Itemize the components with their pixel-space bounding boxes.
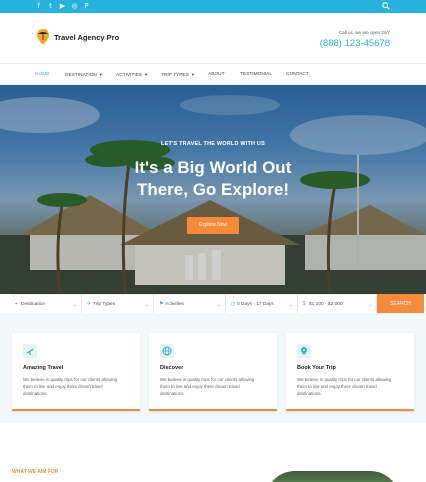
trip-types-select[interactable]: ✈ Trip Types ⌄: [82, 295, 154, 314]
explore-now-button[interactable]: Explore Now: [187, 217, 239, 234]
chevron-down-icon: ⌄: [368, 302, 372, 307]
twitter-icon[interactable]: t: [47, 2, 54, 10]
nav-item-contact[interactable]: CONTACT: [286, 72, 309, 77]
select-label: $1,100 - $2,000: [309, 302, 343, 307]
search-icon[interactable]: [382, 2, 390, 10]
chevron-down-icon: ⌄: [289, 302, 293, 307]
card-text: We believe in quality trips for our clie…: [23, 377, 118, 396]
nav-label: HOME: [35, 72, 50, 77]
chevron-down-icon: ▼: [144, 72, 149, 77]
main-nav: HOME DESTINATION ▼ ACTIVITIES ▼ TRIP TYPES…: [0, 63, 426, 85]
nav-item-testimonial[interactable]: TESTIMONIAL: [240, 72, 272, 77]
call-label: Call us, we are open 24/7: [338, 30, 390, 35]
destination-select[interactable]: ⌖ Destination ⌄: [10, 295, 82, 314]
nav-item-about[interactable]: ABOUT: [208, 72, 225, 77]
feature-card-amazing-travel[interactable]: Amazing Travel We believe in quality tri…: [12, 333, 140, 411]
trip-search-bar: ⌖ Destination ⌄ ✈ Trip Types ⌄ ⚑ Activities ⌄ …: [10, 294, 424, 314]
hero-kicker: LET'S TRAVEL THE WORLD WITH US: [161, 141, 265, 147]
nav-item-activities[interactable]: ACTIVITIES ▼: [116, 72, 148, 78]
duration-select[interactable]: ◷ 0 Days - 17 Days ⌄: [226, 295, 298, 314]
nav-item-home[interactable]: HOME: [35, 72, 49, 77]
chevron-down-icon: ▼: [98, 72, 103, 77]
globe-icon: [160, 344, 174, 358]
card-text: We believe in quality trips for our clie…: [160, 377, 255, 396]
card-title: Amazing Travel: [23, 365, 64, 371]
facebook-icon[interactable]: f: [35, 2, 42, 10]
nav-label: TRIP TYPES: [161, 73, 189, 78]
card-text: We believe in quality trips for our clie…: [297, 377, 392, 396]
section-label-aim: WHAT WE AIM FOR: [12, 469, 59, 475]
brand-name[interactable]: Travel Agency Pro: [54, 33, 119, 42]
nav-label: TESTIMONIAL: [240, 72, 272, 77]
nav-item-trip-types[interactable]: TRIP TYPES ▼: [161, 72, 195, 78]
chevron-down-icon: ⌄: [217, 302, 221, 307]
select-label: Activities: [165, 302, 184, 307]
nav-label: CONTACT: [286, 72, 309, 77]
search-button[interactable]: SEARCH: [377, 294, 424, 314]
nav-label: ABOUT: [208, 72, 225, 77]
top-bar: f t ▶ ◎ P: [0, 0, 426, 13]
nav-item-destination[interactable]: DESTINATION ▼: [65, 72, 103, 78]
select-label: Destination: [21, 302, 45, 307]
activities-select[interactable]: ⚑ Activities ⌄: [154, 295, 226, 314]
card-title: Discover: [160, 365, 184, 371]
map-pin-icon: [297, 344, 311, 358]
card-title: Book Your Trip: [297, 365, 336, 371]
about-image: [265, 471, 400, 482]
site-header: Travel Agency Pro Call us, we are open 2…: [0, 13, 426, 63]
chevron-down-icon: ⌄: [73, 302, 77, 307]
price-range-select[interactable]: $ $1,100 - $2,000 ⌄: [298, 295, 377, 314]
select-label: 0 Days - 17 Days: [237, 302, 274, 307]
hero-banner: LET'S TRAVEL THE WORLD WITH US It's a Bi…: [0, 85, 426, 294]
pinterest-icon[interactable]: P: [83, 2, 90, 10]
chevron-down-icon: ⌄: [145, 302, 149, 307]
plane-icon: [23, 344, 37, 358]
nav-label: DESTINATION: [65, 73, 97, 78]
select-label: Trip Types: [93, 302, 116, 307]
phone-number[interactable]: (888) 123-45678: [320, 38, 390, 49]
youtube-icon[interactable]: ▶: [59, 2, 66, 10]
social-links: f t ▶ ◎ P: [35, 2, 90, 10]
nav-label: ACTIVITIES: [116, 73, 143, 78]
hero-title: It's a Big World Out There, Go Explore!: [134, 158, 292, 199]
feature-card-discover[interactable]: Discover We believe in quality trips for…: [149, 333, 277, 411]
chevron-down-icon: ▼: [190, 72, 195, 77]
feature-card-book-your-trip[interactable]: Book Your Trip We believe in quality tri…: [286, 333, 414, 411]
instagram-icon[interactable]: ◎: [71, 2, 78, 10]
logo-icon[interactable]: [36, 28, 50, 46]
